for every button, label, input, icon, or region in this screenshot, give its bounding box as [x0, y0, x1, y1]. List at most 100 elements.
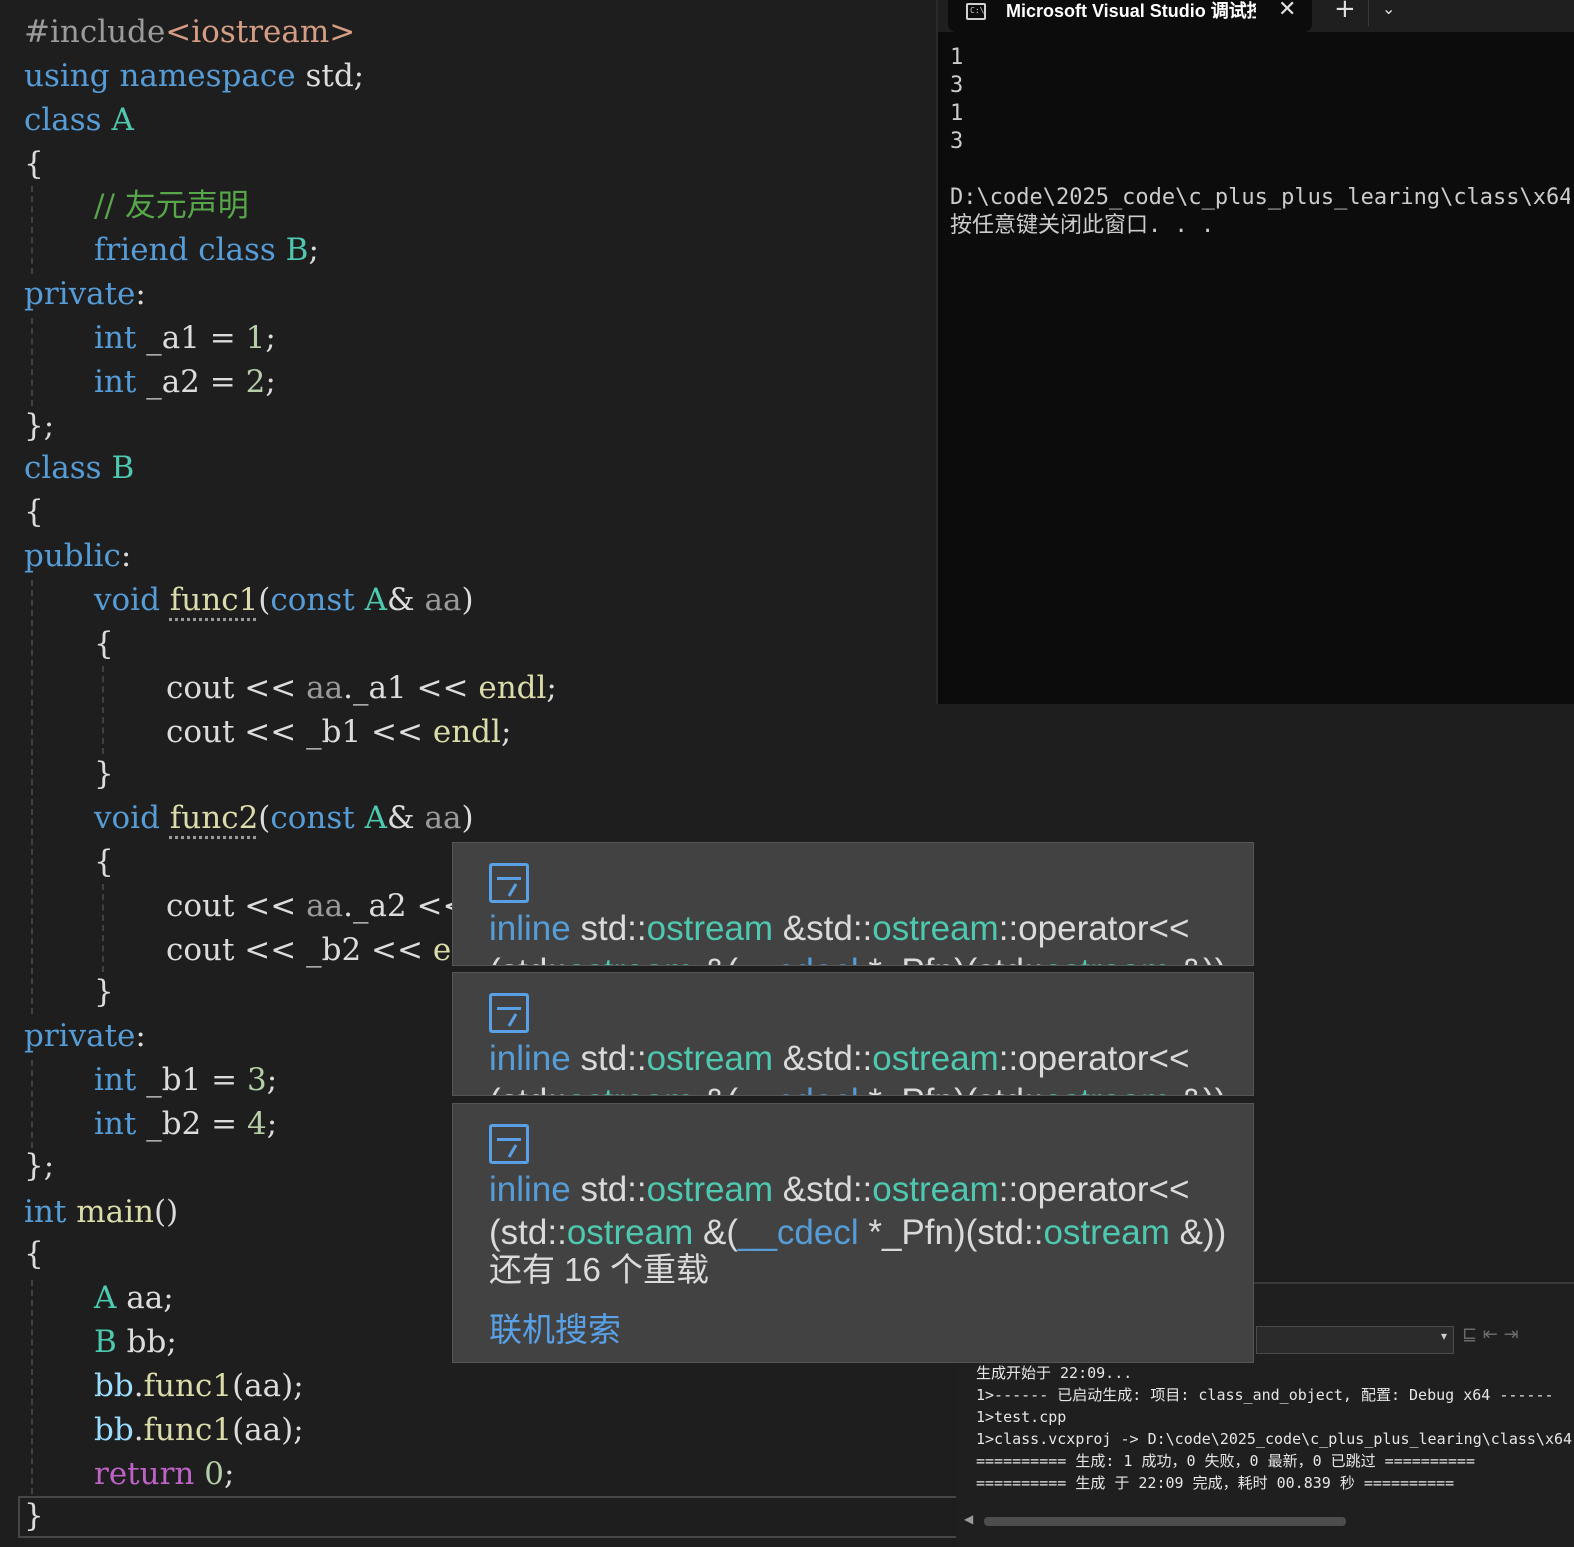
brace: { — [94, 844, 114, 880]
code-line: class B — [24, 446, 134, 490]
code-line: private: — [24, 272, 146, 316]
operator-icon — [489, 1124, 529, 1164]
member-name: _a2 — [146, 364, 200, 400]
code-line: public: — [24, 534, 131, 578]
function-name[interactable]: func2 — [170, 800, 259, 836]
function-name: func1 — [143, 1368, 233, 1404]
chevron-down-icon[interactable]: ⌄ — [1382, 0, 1395, 22]
scope-op: :: — [1024, 1082, 1043, 1095]
code-line: return 0; — [94, 1452, 234, 1496]
code-line: cout << _b1 << endl; — [166, 710, 511, 754]
operator: << — [234, 932, 307, 968]
output-toolbar-icons[interactable]: ⊑ ⇤ ⇥ — [1462, 1324, 1574, 1354]
tooltip-signature: inline std::ostream &std::ostream::opera… — [489, 1168, 1226, 1254]
function-name: func1 — [143, 1412, 233, 1448]
tooltip-signature: inline std::ostream &std::ostream::opera… — [489, 907, 1226, 965]
scrollbar-thumb[interactable] — [984, 1517, 1346, 1526]
code-line: { — [24, 142, 44, 186]
console-titlebar[interactable]: C:\ Microsoft Visual Studio 调试控制台 ✕ + ⌄ — [938, 0, 1574, 32]
type-name: ostream — [567, 1082, 693, 1095]
keyword: class — [24, 102, 102, 138]
brace: { — [24, 1236, 44, 1272]
keyword: __cdecl — [737, 1213, 859, 1252]
code-line: }; — [24, 1144, 54, 1188]
code-line: private: — [24, 1014, 146, 1058]
brace: } — [24, 1498, 44, 1534]
signature-text: &std — [773, 1170, 853, 1209]
current-line-highlight — [18, 1496, 958, 1538]
function-name: endl — [478, 670, 547, 706]
code-line: } — [24, 1494, 44, 1538]
code-text: (aa); — [232, 1368, 304, 1404]
close-icon[interactable]: ✕ — [1278, 0, 1296, 24]
scope-op: :: — [627, 1170, 647, 1209]
code-line: int _b1 = 3; — [94, 1058, 277, 1102]
scope-op: :: — [852, 909, 873, 948]
signature-text: (std — [489, 952, 547, 965]
scope-op: :: — [547, 1082, 566, 1095]
code-line: #include<iostream> — [24, 10, 355, 54]
add-tab-icon[interactable]: + — [1334, 0, 1356, 24]
brace: { — [24, 494, 44, 530]
namespace: std — [580, 1039, 628, 1078]
signature-text: &)) — [1170, 1082, 1227, 1095]
member-name: _b2 — [306, 932, 362, 968]
debug-console-window[interactable]: C:\ Microsoft Visual Studio 调试控制台 ✕ + ⌄ … — [936, 0, 1574, 704]
parameter-name: aa — [424, 800, 462, 836]
operator: << — [406, 670, 479, 706]
paren: ( — [258, 582, 271, 618]
signature-text: &)) — [1169, 1213, 1227, 1252]
keyword: const — [270, 582, 355, 618]
namespace: std — [580, 1170, 628, 1209]
code-text: ; — [266, 1106, 278, 1142]
paren: ) — [461, 800, 474, 836]
indent-guide — [31, 1060, 33, 1148]
operator: << — [234, 888, 307, 924]
signature-text: *_Pfn)(std — [858, 1213, 1024, 1252]
chevron-down-icon: ▾ — [1440, 1329, 1447, 1343]
indent-guide — [102, 884, 104, 972]
code-line: int _b2 = 4; — [94, 1102, 277, 1146]
scope-op: :: — [627, 909, 647, 948]
tab-divider — [1368, 0, 1369, 26]
code-text: bb; — [116, 1324, 177, 1360]
scope-op: :: — [852, 1170, 873, 1209]
signature-text: ::operator<< — [998, 1170, 1190, 1209]
paren: ) — [461, 582, 474, 618]
type-name: ostream — [872, 1170, 999, 1209]
type-name: ostream — [646, 909, 774, 948]
code-line: cout << _b2 << e — [166, 928, 451, 972]
brace: { — [94, 626, 114, 662]
online-search-link[interactable]: 联机搜索 — [489, 1310, 621, 1350]
keyword: using — [24, 58, 110, 94]
parameter-name: aa — [306, 888, 344, 924]
preprocessor-directive: #include — [24, 14, 166, 50]
member-name: _b1 — [146, 1062, 202, 1098]
comment: // 友元声明 — [94, 188, 249, 224]
keyword: int — [94, 364, 137, 400]
code-text: ; — [265, 364, 276, 400]
number-literal: 1 — [245, 320, 266, 356]
operator: << — [361, 714, 433, 750]
scroll-left-icon[interactable]: ◀ — [964, 1512, 973, 1526]
console-tab[interactable]: C:\ Microsoft Visual Studio 调试控制台 ✕ — [948, 0, 1312, 32]
keyword: int — [24, 1194, 67, 1230]
type-name: ostream — [872, 1039, 999, 1078]
code-line: void func1(const A& aa) — [94, 578, 474, 622]
operator: & — [387, 582, 415, 618]
function-name[interactable]: func1 — [170, 582, 259, 618]
keyword: __cdecl — [738, 952, 859, 965]
function-name: endl — [432, 714, 501, 750]
output-source-select[interactable]: ▾ — [1256, 1326, 1454, 1354]
indent-guide — [31, 1280, 33, 1494]
type-name: ostream — [1043, 1213, 1170, 1252]
code-line: int _a1 = 1; — [94, 316, 276, 360]
identifier: cout — [166, 714, 235, 750]
type-name: ostream — [646, 1039, 774, 1078]
type-name: B — [94, 1324, 117, 1360]
keyword: public — [24, 538, 121, 574]
horizontal-scrollbar[interactable]: ◀ — [964, 1510, 1574, 1532]
type-name: A — [111, 102, 134, 138]
signature-text: &std — [773, 1039, 853, 1078]
quickinfo-tooltip: inline std::ostream &std::ostream::opera… — [452, 972, 1254, 1096]
